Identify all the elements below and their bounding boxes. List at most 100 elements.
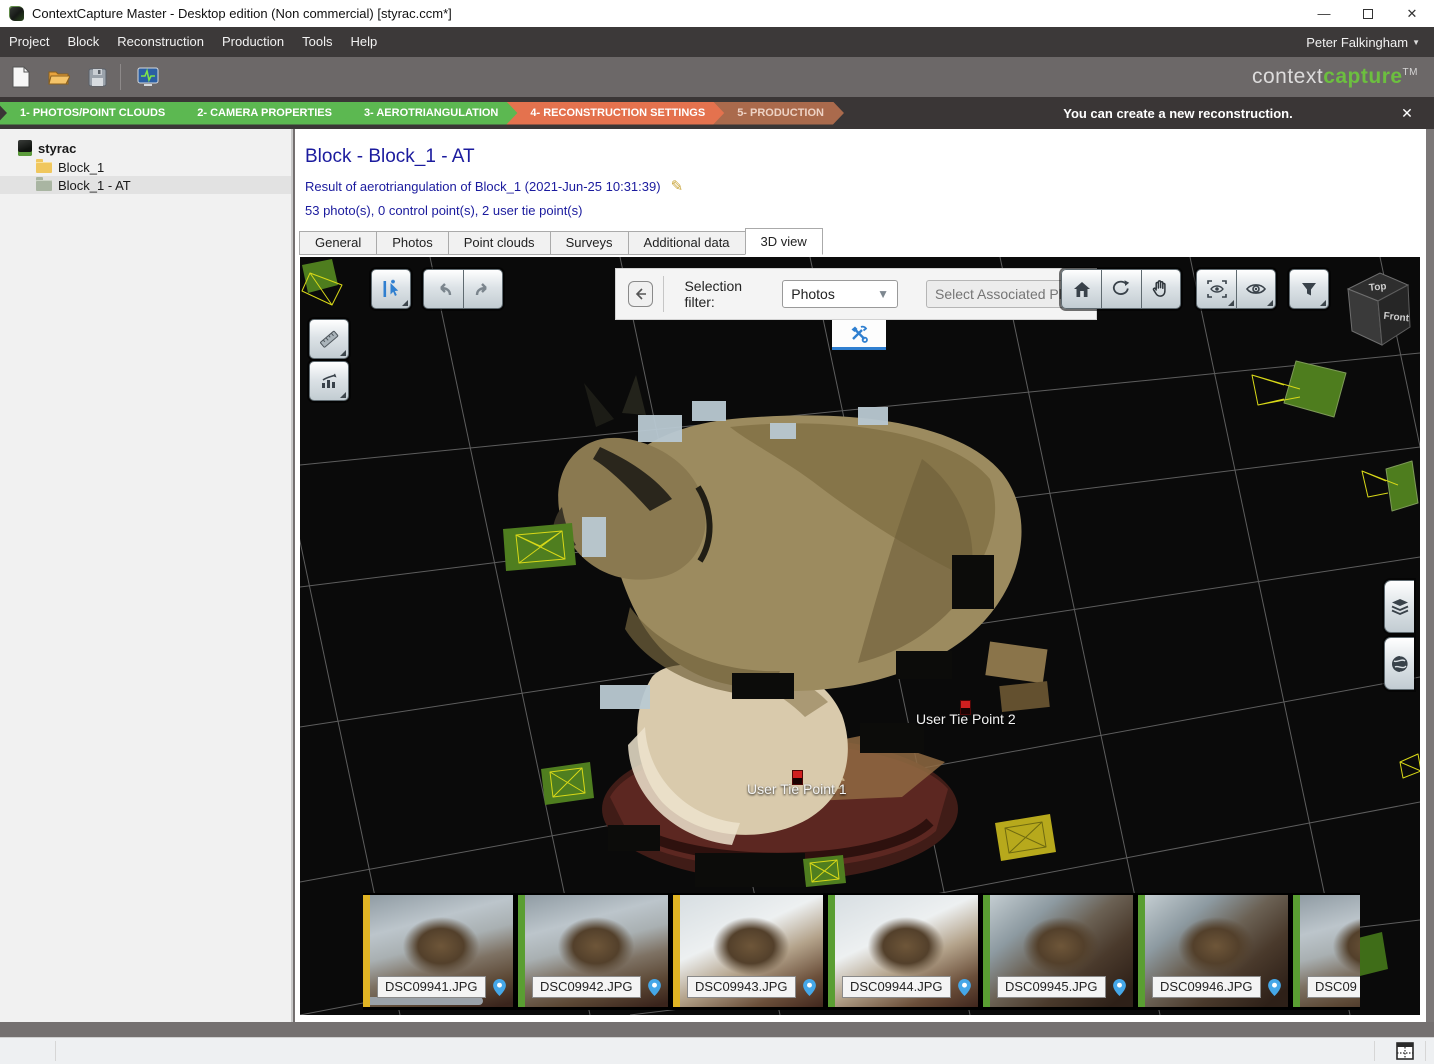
photo-filename: DSC09942.JPG [532, 976, 641, 998]
filter-funnel-icon [1300, 280, 1318, 298]
main-toolbar: contextcaptureTM [0, 57, 1434, 97]
orbit-rotate-icon [1111, 279, 1132, 299]
close-button[interactable]: ✕ [1390, 0, 1434, 27]
tree-item[interactable]: Block_1 [0, 158, 291, 176]
maximize-button[interactable] [1346, 0, 1390, 27]
photo-status-stripe [983, 895, 990, 1007]
home-view-button[interactable] [1061, 269, 1101, 309]
undo-button[interactable] [423, 269, 463, 309]
filmstrip-scrollbar[interactable] [363, 997, 483, 1005]
camera-marker[interactable] [1400, 754, 1420, 778]
new-project-button[interactable] [4, 62, 38, 92]
window-title: ContextCapture Master - Desktop edition … [32, 6, 452, 21]
menu-item[interactable]: Production [213, 27, 293, 57]
tree-project-root[interactable]: styrac [0, 138, 291, 158]
grid-toggle-button[interactable] [1392, 1040, 1418, 1062]
zoom-extents-button[interactable] [1196, 269, 1236, 309]
camera-marker[interactable] [503, 523, 576, 571]
project-tree: styrac Block_1 Block_1 - AT [0, 129, 293, 1022]
selection-filter-value: Photos [791, 286, 835, 302]
globe-icon [1390, 654, 1410, 674]
acute3d-viewer-button[interactable] [131, 62, 165, 92]
minimize-button[interactable]: — [1302, 0, 1346, 27]
photo-status-stripe [828, 895, 835, 1007]
dropdown-corner [402, 300, 408, 306]
dropdown-corner [340, 392, 346, 398]
photo-thumbnail[interactable]: DSC09945.JPG [983, 895, 1133, 1007]
photo-status-stripe [363, 895, 370, 1007]
user-menu[interactable]: Peter Falkingham ▼ [1306, 35, 1434, 50]
title-bar: ContextCapture Master - Desktop edition … [0, 0, 1434, 27]
panel-separator [663, 276, 664, 312]
layers-icon [1390, 597, 1410, 617]
photo-thumbnail[interactable]: DSC09946.JPG [1138, 895, 1288, 1007]
workflow-close-icon[interactable]: ✕ [1392, 101, 1422, 125]
workflow-step[interactable]: 4- RECONSTRUCTION SETTINGS [506, 102, 725, 125]
tab[interactable]: 3D view [745, 228, 823, 255]
collapse-panel-button[interactable] [628, 281, 653, 307]
camera-marker[interactable] [302, 259, 342, 305]
tree-item-label: Block_1 [58, 160, 104, 175]
pan-button[interactable] [1141, 269, 1181, 309]
photo-filename: DSC09943.JPG [687, 976, 796, 998]
photo-thumbnail[interactable]: DSC09941.JPG [363, 895, 513, 1007]
open-project-button[interactable] [42, 62, 76, 92]
menu-bar: Project Block Reconstruction Production … [0, 27, 1434, 57]
ruler-icon [318, 328, 340, 350]
layers-panel-button[interactable] [1384, 580, 1414, 633]
viewport-3d[interactable]: STYRAC [300, 257, 1420, 1015]
navigation-cube[interactable]: Top Front [1338, 265, 1414, 353]
photo-thumbnail[interactable]: DSC09943.JPG [673, 895, 823, 1007]
measure-button[interactable] [309, 319, 349, 359]
workflow-step[interactable]: 1- PHOTOS/POINT CLOUDS [0, 102, 185, 125]
tab[interactable]: Surveys [550, 231, 628, 255]
menu-item[interactable]: Tools [293, 27, 341, 57]
dropdown-corner [1228, 300, 1234, 306]
menu-item[interactable]: Block [58, 27, 108, 57]
display-options-button[interactable] [1236, 269, 1276, 309]
grid-table-icon [1395, 1041, 1415, 1061]
tab[interactable]: Photos [376, 231, 447, 255]
camera-marker[interactable] [803, 855, 846, 887]
menu-item[interactable]: Help [342, 27, 387, 57]
camera-marker[interactable] [995, 814, 1056, 861]
menu-item[interactable]: Project [0, 27, 58, 57]
photo-thumbnail[interactable]: DSC09944.JPG [828, 895, 978, 1007]
quality-report-button[interactable] [309, 361, 349, 401]
selection-filter-dropdown[interactable]: Photos ▼ [782, 280, 898, 308]
select-tool-button[interactable] [371, 269, 411, 309]
stats-chart-icon [319, 371, 339, 391]
orbit-button[interactable] [1101, 269, 1141, 309]
photo-filename: DSC09946.JPG [1152, 976, 1261, 998]
tab[interactable]: Additional data [628, 231, 745, 255]
camera-marker[interactable] [541, 762, 594, 805]
photo-status-stripe [1138, 895, 1145, 1007]
menu-item[interactable]: Reconstruction [108, 27, 213, 57]
tools-tab[interactable] [832, 320, 886, 350]
geotag-pin-icon [958, 979, 971, 996]
workflow-step[interactable]: 2- CAMERA PROPERTIES [173, 102, 352, 125]
workflow-message: You can create a new reconstruction. [844, 106, 1392, 121]
filter-display-button[interactable] [1289, 269, 1329, 309]
save-project-button[interactable] [80, 62, 114, 92]
photo-status-stripe [1293, 895, 1300, 1007]
dropdown-corner [1267, 300, 1273, 306]
photo-thumbnail[interactable]: DSC09942.JPG [518, 895, 668, 1007]
camera-marker[interactable] [1252, 361, 1346, 417]
tree-item[interactable]: Block_1 - AT [0, 176, 291, 194]
project-name: styrac [38, 141, 76, 156]
workflow-step[interactable]: 5- PRODUCTION [713, 102, 844, 125]
eye-frame-icon [1206, 279, 1228, 299]
tab[interactable]: Point clouds [448, 231, 550, 255]
photo-filmstrip: DSC09941.JPG DSC09942.JPG [363, 893, 1360, 1010]
camera-marker[interactable] [1362, 461, 1418, 511]
workflow-step[interactable]: 3- AEROTRIANGULATION [340, 102, 518, 125]
folder-icon [36, 180, 52, 191]
edit-pencil-icon[interactable]: ✎ [671, 177, 684, 195]
photo-thumbnail[interactable]: DSC09 [1293, 895, 1360, 1007]
redo-button[interactable] [463, 269, 503, 309]
basemap-globe-button[interactable] [1384, 637, 1414, 690]
home-icon [1072, 280, 1092, 299]
block-panel: Block - Block_1 - AT Result of aerotrian… [295, 129, 1426, 1022]
tab[interactable]: General [299, 231, 376, 255]
